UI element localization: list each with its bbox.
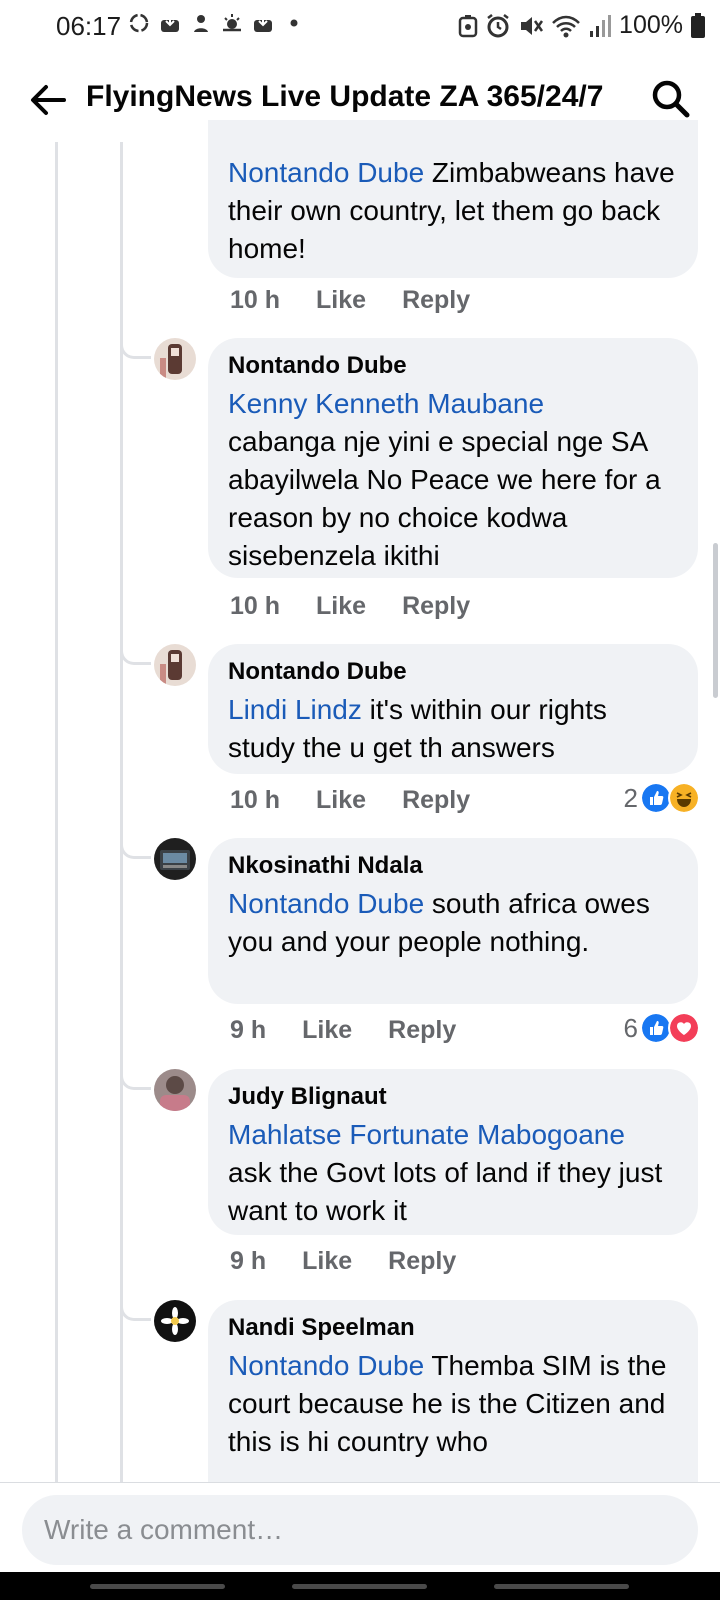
- comment-text: Nontando Dube Zimbabweans have their own…: [228, 157, 675, 264]
- comment-author[interactable]: Judy Blignaut: [228, 1083, 678, 1111]
- mention-link[interactable]: Nontando Dube: [228, 888, 424, 919]
- mention-link[interactable]: Nontando Dube: [228, 157, 424, 188]
- download-icon-2: [254, 15, 272, 32]
- battery-percent: 100%: [619, 11, 683, 39]
- back-arrow-icon[interactable]: [26, 78, 70, 122]
- mention-link[interactable]: Mahlatse Fortunate Mabogoane: [228, 1116, 678, 1154]
- like-button[interactable]: Like: [302, 1016, 352, 1045]
- reply-button[interactable]: Reply: [388, 1247, 456, 1276]
- comment-time[interactable]: 10 h: [230, 592, 280, 621]
- like-button[interactable]: Like: [302, 1247, 352, 1276]
- like-button[interactable]: Like: [316, 286, 366, 315]
- nav-home-indicator[interactable]: [292, 1584, 427, 1589]
- mention-link[interactable]: Lindi Lindz: [228, 694, 362, 725]
- sync-icon: [129, 13, 149, 33]
- scrollbar[interactable]: [713, 543, 718, 698]
- weather-icon: [223, 14, 241, 32]
- nav-recents-indicator[interactable]: [90, 1584, 225, 1589]
- comment-text: Lindi Lindz it's within our rights study…: [228, 694, 607, 763]
- comment-author[interactable]: Nontando Dube: [228, 658, 678, 686]
- comment-bubble[interactable]: Nontando Dube Kenny Kenneth Maubane caban…: [208, 338, 698, 578]
- comment-actions: 9 h Like Reply: [230, 1247, 456, 1276]
- system-nav-bar: [0, 1572, 720, 1600]
- page-title: FlyingNews Live Update ZA 365/24/7: [86, 80, 604, 113]
- app-notification-icon: [194, 15, 208, 32]
- reply-button[interactable]: Reply: [388, 1016, 456, 1045]
- status-bar: 06:17 100%: [0, 0, 720, 52]
- comment-actions: 10 h Like Reply: [230, 592, 470, 621]
- mention-link[interactable]: Kenny Kenneth Maubane: [228, 385, 678, 423]
- comment-bubble[interactable]: Judy Blignaut Mahlatse Fortunate Mabogoa…: [208, 1069, 698, 1235]
- alarm-icon: [487, 13, 509, 37]
- thread-line: [55, 142, 58, 1482]
- comment-actions: 10 h Like Reply: [230, 286, 470, 315]
- comment-bubble[interactable]: Nontando Dube Lindi Lindz it's within ou…: [208, 644, 698, 774]
- comment-time[interactable]: 10 h: [230, 786, 280, 815]
- search-icon[interactable]: [648, 76, 692, 120]
- comment-bubble[interactable]: Nandi Speelman Nontando Dube Themba SIM …: [208, 1300, 698, 1500]
- comment-text: Kenny Kenneth Maubane cabanga nje yini e …: [228, 385, 678, 575]
- mention-link[interactable]: Nontando Dube: [228, 1350, 424, 1381]
- reply-button[interactable]: Reply: [402, 592, 470, 621]
- like-button[interactable]: Like: [316, 786, 366, 815]
- comment-author[interactable]: Nkosinathi Ndala: [228, 852, 678, 880]
- like-button[interactable]: Like: [316, 592, 366, 621]
- comment-bubble[interactable]: Nkosinathi Ndala Nontando Dube south afr…: [208, 838, 698, 1004]
- avatar[interactable]: [154, 838, 196, 880]
- comment-actions: 10 h Like Reply: [230, 786, 470, 815]
- comment-author[interactable]: Nandi Speelman: [228, 1314, 678, 1342]
- avatar[interactable]: [154, 644, 196, 686]
- thread-connector: [120, 1069, 151, 1090]
- comment-text: Nontando Dube south africa owes you and …: [228, 888, 650, 957]
- comment-actions: 9 h Like Reply: [230, 1016, 456, 1045]
- avatar[interactable]: [154, 1069, 196, 1111]
- avatar[interactable]: [154, 338, 196, 380]
- download-icon: [161, 15, 179, 32]
- comment-author[interactable]: Nontando Dube: [228, 352, 678, 380]
- comment-bubble[interactable]: Nontando Dube Zimbabweans have their own…: [208, 120, 698, 278]
- thread-connector: [120, 644, 151, 665]
- wifi-icon: [552, 15, 580, 37]
- thread-connector: [120, 1300, 151, 1321]
- haha-icon: [668, 782, 700, 814]
- avatar[interactable]: [154, 1300, 196, 1342]
- comment-time[interactable]: 10 h: [230, 286, 280, 315]
- signal-icon: [590, 14, 612, 37]
- reaction-count: 2: [623, 782, 638, 813]
- comment-text: Nontando Dube Themba SIM is the court be…: [228, 1350, 667, 1457]
- comment-text: Mahlatse Fortunate Mabogoane ask the Govt…: [228, 1116, 678, 1230]
- nav-back-indicator[interactable]: [494, 1584, 629, 1589]
- reaction-summary[interactable]: 2: [624, 782, 700, 814]
- thread-connector: [120, 838, 151, 859]
- mute-icon: [521, 16, 544, 35]
- reply-button[interactable]: Reply: [402, 286, 470, 315]
- comment-input[interactable]: [22, 1495, 698, 1565]
- battery-saver-icon: [458, 14, 478, 37]
- thread-connector: [120, 338, 151, 359]
- comment-time[interactable]: 9 h: [230, 1247, 266, 1276]
- status-time: 06:17: [56, 11, 122, 41]
- reaction-count: 6: [623, 1012, 638, 1043]
- reply-button[interactable]: Reply: [402, 786, 470, 815]
- comment-time[interactable]: 9 h: [230, 1016, 266, 1045]
- battery-icon: [691, 12, 705, 38]
- notification-icons: [128, 12, 305, 34]
- system-icons: 100%: [458, 11, 706, 40]
- dot-icon: [290, 19, 298, 27]
- love-icon: [668, 1012, 700, 1044]
- reaction-summary[interactable]: 6: [624, 1012, 700, 1044]
